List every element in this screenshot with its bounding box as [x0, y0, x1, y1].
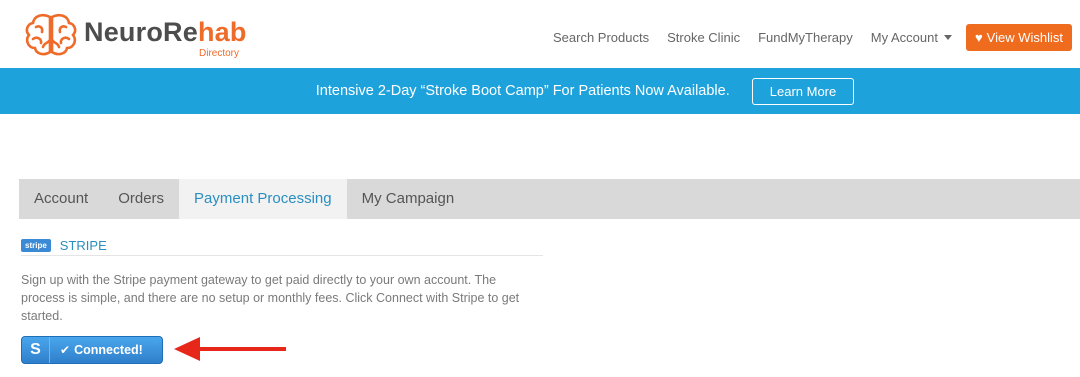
tab-account[interactable]: Account	[19, 179, 103, 219]
tab-my-campaign[interactable]: My Campaign	[347, 179, 470, 219]
stripe-description: Sign up with the Stripe payment gateway …	[21, 273, 520, 323]
nav-stroke-clinic[interactable]: Stroke Clinic	[667, 30, 740, 45]
brain-icon	[25, 13, 77, 56]
logo-wordmark: NeuroRehab Directory	[84, 16, 247, 59]
promo-banner: Intensive 2-Day “Stroke Boot Camp” For P…	[0, 68, 1080, 114]
stripe-connect-button[interactable]: S ✔ Connected!	[21, 336, 163, 364]
stripe-s-icon: S	[22, 337, 50, 363]
tab-orders[interactable]: Orders	[103, 179, 179, 219]
stripe-title: STRIPE	[59, 238, 107, 253]
logo-name-suffix: hab	[197, 16, 247, 47]
site-header: NeuroRehab Directory Search Products Str…	[0, 0, 1080, 68]
red-arrow-annotation	[174, 337, 286, 361]
check-icon: ✔	[60, 343, 71, 357]
caret-down-icon	[943, 35, 952, 40]
top-nav: Search Products Stroke Clinic FundMyTher…	[553, 24, 1072, 51]
account-dropdown[interactable]: My Account	[871, 30, 952, 45]
banner-text: Intensive 2-Day “Stroke Boot Camp” For P…	[315, 83, 730, 99]
nav-search-products[interactable]: Search Products	[553, 30, 649, 45]
stripe-logo: stripe	[21, 239, 51, 252]
view-wishlist-button[interactable]: ♥ View Wishlist	[965, 24, 1072, 51]
account-tabs: Account Orders Payment Processing My Cam…	[19, 179, 1080, 219]
logo[interactable]: NeuroRehab Directory	[24, 10, 247, 60]
learn-more-button[interactable]: Learn More	[751, 77, 855, 105]
tab-payment-processing[interactable]: Payment Processing	[179, 179, 347, 219]
stripe-section-header: stripe STRIPE	[21, 236, 543, 256]
nav-fundmytherapy[interactable]: FundMyTherapy	[758, 30, 853, 45]
account-label: My Account	[870, 30, 938, 45]
heart-icon: ♥	[974, 30, 983, 45]
wishlist-label: View Wishlist	[986, 30, 1063, 45]
connected-label: Connected!	[74, 343, 143, 357]
logo-name-prefix: NeuroRe	[84, 16, 198, 47]
logo-subtitle: Directory	[199, 47, 240, 59]
